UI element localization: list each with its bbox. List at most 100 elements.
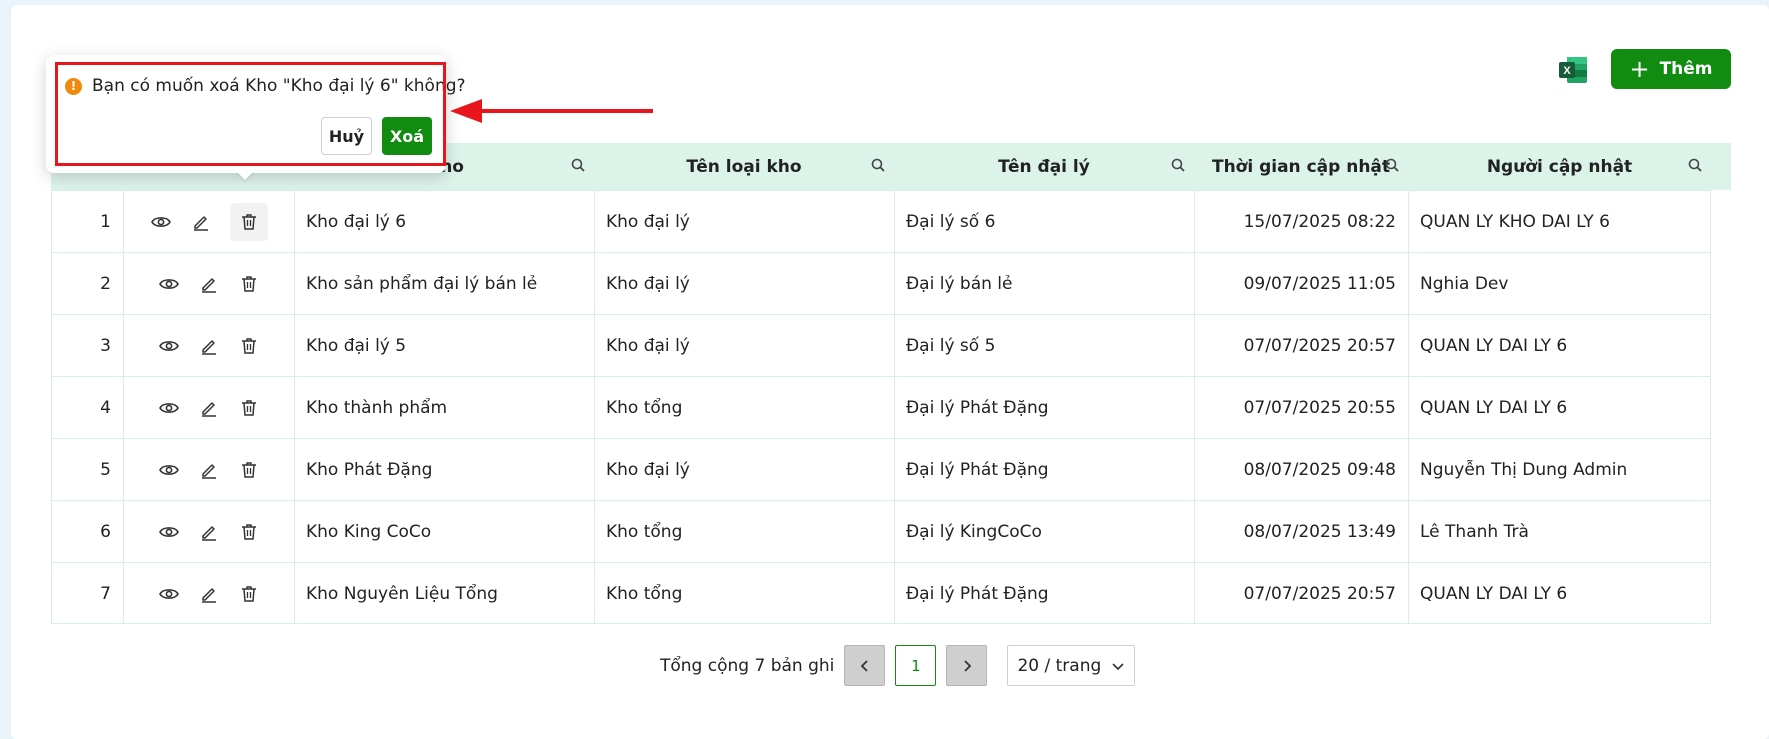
search-icon[interactable]: [1687, 157, 1705, 175]
cell-agency: Đại lý số 6: [894, 191, 1194, 252]
cell-agency: Đại lý KingCoCo: [894, 501, 1194, 562]
cell-updated-by: Nguyễn Thị Dung Admin: [1408, 439, 1711, 500]
cell-updated-time: 08/07/2025 09:48: [1194, 439, 1408, 500]
svg-text:X: X: [1563, 65, 1571, 77]
row-actions: [123, 501, 294, 562]
view-icon[interactable]: [150, 211, 172, 233]
edit-icon[interactable]: [198, 459, 220, 481]
cell-updated-time: 15/07/2025 08:22: [1194, 191, 1408, 252]
cell-warehouse-type: Kho đại lý: [594, 315, 894, 376]
row-index: 3: [51, 315, 123, 376]
table-row: 1 Kho đại lý 6 Kho đại lý Đại lý số 6 15/07/…: [51, 190, 1711, 252]
search-icon[interactable]: [570, 157, 588, 175]
edit-icon[interactable]: [198, 335, 220, 357]
column-header-warehouse-type: Tên loại kho: [594, 143, 894, 190]
view-icon[interactable]: [158, 273, 180, 295]
cell-warehouse-name: Kho thành phẩm: [294, 377, 594, 438]
next-page-button[interactable]: [946, 645, 988, 686]
view-icon[interactable]: [158, 521, 180, 543]
cell-updated-by: QUAN LY DAI LY 6: [1408, 563, 1711, 624]
cell-agency: Đại lý Phát Đặng: [894, 377, 1194, 438]
search-icon[interactable]: [1170, 157, 1188, 175]
cell-warehouse-type: Kho tổng: [594, 501, 894, 562]
cell-agency: Đại lý Phát Đặng: [894, 563, 1194, 624]
cell-updated-by: Nghia Dev: [1408, 253, 1711, 314]
cell-warehouse-name: Kho đại lý 5: [294, 315, 594, 376]
row-index: 5: [51, 439, 123, 500]
chevron-left-icon: [860, 659, 868, 672]
cell-updated-time: 07/07/2025 20:57: [1194, 315, 1408, 376]
search-icon[interactable]: [1384, 157, 1402, 175]
table-row: 3 Kho đại lý 5 Kho đại lý Đại lý số 5 07/07/…: [51, 314, 1711, 376]
trash-icon[interactable]: [230, 202, 268, 241]
row-actions: [123, 253, 294, 314]
cell-updated-by: QUAN LY DAI LY 6: [1408, 377, 1711, 438]
edit-icon[interactable]: [198, 521, 220, 543]
cell-agency: Đại lý Phát Đặng: [894, 439, 1194, 500]
view-icon[interactable]: [158, 397, 180, 419]
row-index: 2: [51, 253, 123, 314]
row-index: 6: [51, 501, 123, 562]
row-actions: [123, 377, 294, 438]
search-icon[interactable]: [870, 157, 888, 175]
excel-export-button[interactable]: X: [1558, 55, 1588, 85]
annotation-arrow: [450, 99, 653, 123]
cell-updated-time: 07/07/2025 20:57: [1194, 563, 1408, 624]
cell-updated-time: 08/07/2025 13:49: [1194, 501, 1408, 562]
trash-icon[interactable]: [238, 459, 260, 481]
cell-updated-by: Lê Thanh Trà: [1408, 501, 1711, 562]
column-header-updated-by: Người cập nhật: [1408, 143, 1711, 190]
cell-warehouse-type: Kho đại lý: [594, 253, 894, 314]
edit-icon[interactable]: [198, 397, 220, 419]
chevron-down-icon: [1112, 662, 1124, 670]
cell-warehouse-type: Kho đại lý: [594, 439, 894, 500]
row-actions: [123, 315, 294, 376]
row-index: 4: [51, 377, 123, 438]
cell-updated-by: QUAN LY KHO DAI LY 6: [1408, 191, 1711, 252]
row-actions: [123, 563, 294, 624]
cell-agency: Đại lý bán lẻ: [894, 253, 1194, 314]
row-index: 7: [51, 563, 123, 624]
total-records: Tổng cộng 7 bản ghi: [660, 655, 835, 676]
row-actions: [123, 191, 294, 252]
page-size-select[interactable]: 20 / trang: [1007, 645, 1136, 686]
cell-warehouse-name: Kho King CoCo: [294, 501, 594, 562]
table-row: 5 Kho Phát Đặng Kho đại lý Đại lý Phát Đặng…: [51, 438, 1711, 500]
cell-warehouse-type: Kho đại lý: [594, 191, 894, 252]
annotation-highlight-box: [55, 62, 446, 166]
add-button[interactable]: + Thêm: [1611, 49, 1731, 89]
edit-icon[interactable]: [198, 583, 220, 605]
cell-warehouse-name: Kho đại lý 6: [294, 191, 594, 252]
chevron-right-icon: [964, 659, 972, 672]
prev-page-button[interactable]: [844, 645, 886, 686]
cell-warehouse-type: Kho tổng: [594, 377, 894, 438]
table-row: 7 Kho Nguyên Liệu Tổng Kho tổng Đại lý Phát…: [51, 562, 1711, 624]
trash-icon[interactable]: [238, 521, 260, 543]
cell-warehouse-name: Kho Phát Đặng: [294, 439, 594, 500]
edit-icon[interactable]: [198, 273, 220, 295]
view-icon[interactable]: [158, 335, 180, 357]
trash-icon[interactable]: [238, 583, 260, 605]
cell-updated-time: 07/07/2025 20:55: [1194, 377, 1408, 438]
edit-icon[interactable]: [190, 211, 212, 233]
cell-agency: Đại lý số 5: [894, 315, 1194, 376]
column-header-agency: Tên đại lý: [894, 143, 1194, 190]
add-button-label: Thêm: [1659, 59, 1713, 79]
column-header-updated-time: Thời gian cập nhật: [1194, 143, 1408, 190]
table-row: 2 Kho sản phẩm đại lý bán lẻ Kho đại lý Đại…: [51, 252, 1711, 314]
trash-icon[interactable]: [238, 273, 260, 295]
trash-icon[interactable]: [238, 335, 260, 357]
row-index: 1: [51, 191, 123, 252]
view-icon[interactable]: [158, 459, 180, 481]
table-row: 6 Kho King CoCo Kho tổng Đại lý KingCoCo 08/…: [51, 500, 1711, 562]
cell-warehouse-name: Kho sản phẩm đại lý bán lẻ: [294, 253, 594, 314]
pagination: Tổng cộng 7 bản ghi 1 20 / trang: [660, 645, 1136, 686]
page-number-button[interactable]: 1: [895, 645, 937, 686]
plus-icon: +: [1629, 55, 1650, 83]
row-actions: [123, 439, 294, 500]
view-icon[interactable]: [158, 583, 180, 605]
excel-icon: X: [1559, 57, 1587, 83]
cell-warehouse-type: Kho tổng: [594, 563, 894, 624]
cell-warehouse-name: Kho Nguyên Liệu Tổng: [294, 563, 594, 624]
trash-icon[interactable]: [238, 397, 260, 419]
